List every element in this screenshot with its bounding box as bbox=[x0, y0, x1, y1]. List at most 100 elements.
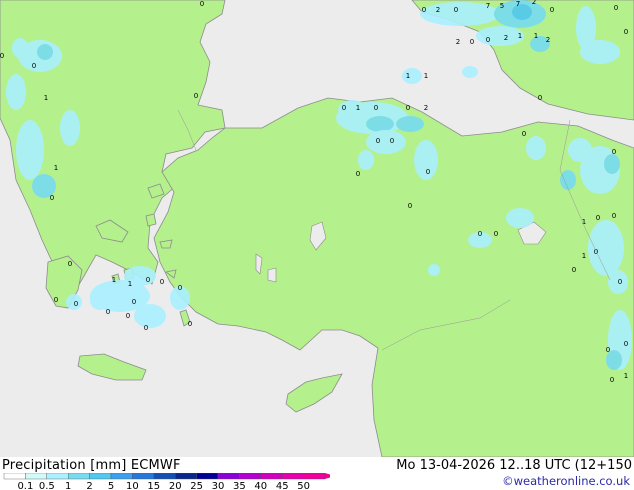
precip-area bbox=[604, 154, 620, 174]
station-value: 0 bbox=[146, 276, 150, 284]
station-value: 0 bbox=[32, 62, 36, 70]
station-value: 5 bbox=[500, 2, 504, 10]
scale-swatch bbox=[67, 473, 90, 480]
station-value: 0 bbox=[624, 340, 628, 348]
station-value: 0 bbox=[406, 104, 410, 112]
station-value: 0 bbox=[618, 278, 622, 286]
station-value: 0 bbox=[50, 194, 54, 202]
station-value: 2 bbox=[532, 0, 536, 6]
color-scale: 0.1 0.5 1 2 5 10 15 20 25 30 35 40 45 50 bbox=[3, 473, 330, 490]
legend-title: Precipitation [mm] ECMWF bbox=[2, 458, 181, 473]
station-value: 0 bbox=[376, 137, 380, 145]
station-value: 0 bbox=[522, 130, 526, 138]
station-value: 0 bbox=[200, 0, 204, 8]
station-value: 1 bbox=[534, 32, 538, 40]
legend-title-text: Precipitation [mm] bbox=[2, 458, 127, 473]
station-value: 1 bbox=[44, 94, 48, 102]
scale-swatch bbox=[25, 473, 47, 480]
station-value: 0 bbox=[594, 248, 598, 256]
station-value: 0 bbox=[126, 312, 130, 320]
station-value: 2 bbox=[504, 34, 508, 42]
station-value: 0 bbox=[550, 6, 554, 14]
station-value: 0 bbox=[486, 36, 490, 44]
model-name: ECMWF bbox=[130, 458, 181, 473]
precip-area bbox=[560, 170, 576, 190]
station-value: 1 bbox=[424, 72, 428, 80]
station-value: 0 bbox=[144, 324, 148, 332]
valid-time: Mo 13-04-2026 12..18 UTC (12+150 bbox=[396, 458, 632, 473]
station-value: 1 bbox=[624, 372, 628, 380]
station-value: 1 bbox=[406, 72, 410, 80]
precip-area bbox=[134, 304, 166, 328]
station-value: 0 bbox=[106, 308, 110, 316]
station-value: 0 bbox=[194, 92, 198, 100]
station-value: 0 bbox=[538, 94, 542, 102]
station-value: 0 bbox=[160, 278, 164, 286]
station-value: 1 bbox=[518, 32, 522, 40]
station-value: 2 bbox=[436, 6, 440, 14]
station-value: 0 bbox=[624, 28, 628, 36]
scale-tick-label: 2 bbox=[86, 481, 92, 490]
station-value: 1 bbox=[582, 252, 586, 260]
station-value: 0 bbox=[68, 260, 72, 268]
scale-swatch bbox=[153, 473, 176, 480]
scale-swatch bbox=[217, 473, 240, 480]
scale-tick-label: 30 bbox=[212, 481, 225, 490]
scale-tick-label: 5 bbox=[108, 481, 114, 490]
station-value: 0 bbox=[356, 170, 360, 178]
precip-area bbox=[60, 110, 80, 146]
scale-swatch bbox=[239, 473, 261, 480]
scale-tick-label: 20 bbox=[169, 481, 182, 490]
station-value: 0 bbox=[422, 6, 426, 14]
scale-tick-label: 0.5 bbox=[39, 481, 55, 490]
station-value: 7 bbox=[516, 0, 520, 8]
scale-arrow bbox=[325, 473, 330, 479]
station-value: 0 bbox=[408, 202, 412, 210]
scale-swatch bbox=[3, 473, 26, 480]
precip-area bbox=[526, 136, 546, 160]
station-value: 0 bbox=[612, 212, 616, 220]
station-value: 0 bbox=[178, 284, 182, 292]
precip-area bbox=[396, 116, 424, 132]
precip-area bbox=[366, 130, 406, 154]
station-value: 0 bbox=[426, 168, 430, 176]
station-value: 0 bbox=[494, 230, 498, 238]
scale-tick-label: 15 bbox=[147, 481, 160, 490]
scale-tick-label: 50 bbox=[297, 481, 310, 490]
scale-tick-label: 10 bbox=[126, 481, 139, 490]
scale-tick-label: 1 bbox=[65, 481, 71, 490]
precip-area bbox=[12, 38, 28, 58]
scale-swatch bbox=[46, 473, 69, 480]
scale-tick-label: 40 bbox=[254, 481, 267, 490]
lake-beysehir bbox=[267, 267, 277, 283]
scale-swatch bbox=[260, 473, 283, 480]
station-value: 0 bbox=[390, 137, 394, 145]
scale-tick-label: 45 bbox=[276, 481, 289, 490]
scale-tick-label: 0.1 bbox=[17, 481, 33, 490]
station-value: 0 bbox=[0, 52, 4, 60]
station-value: 2 bbox=[424, 104, 428, 112]
precip-area bbox=[16, 120, 44, 180]
precip-area bbox=[37, 44, 53, 60]
station-value: 0 bbox=[610, 376, 614, 384]
legend-footer: Precipitation [mm] ECMWF Mo 13-04-2026 1… bbox=[0, 457, 634, 490]
precip-area bbox=[506, 208, 534, 228]
station-value: 0 bbox=[572, 266, 576, 274]
station-value: 0 bbox=[612, 148, 616, 156]
credit-link[interactable]: ©weatheronline.co.uk bbox=[502, 474, 630, 488]
station-value: 2 bbox=[546, 36, 550, 44]
station-value: 2 bbox=[456, 38, 460, 46]
precip-area bbox=[462, 66, 478, 78]
station-value: 1 bbox=[356, 104, 360, 112]
station-value: 0 bbox=[470, 38, 474, 46]
scale-swatch bbox=[174, 473, 197, 480]
station-value: 0 bbox=[596, 214, 600, 222]
station-value: 1 bbox=[54, 164, 58, 172]
scale-swatch bbox=[282, 473, 304, 480]
station-value: 0 bbox=[374, 104, 378, 112]
station-value: 0 bbox=[132, 298, 136, 306]
precip-area bbox=[580, 40, 620, 64]
scale-swatch bbox=[303, 473, 326, 480]
chios bbox=[145, 213, 157, 227]
station-value: 0 bbox=[606, 346, 610, 354]
